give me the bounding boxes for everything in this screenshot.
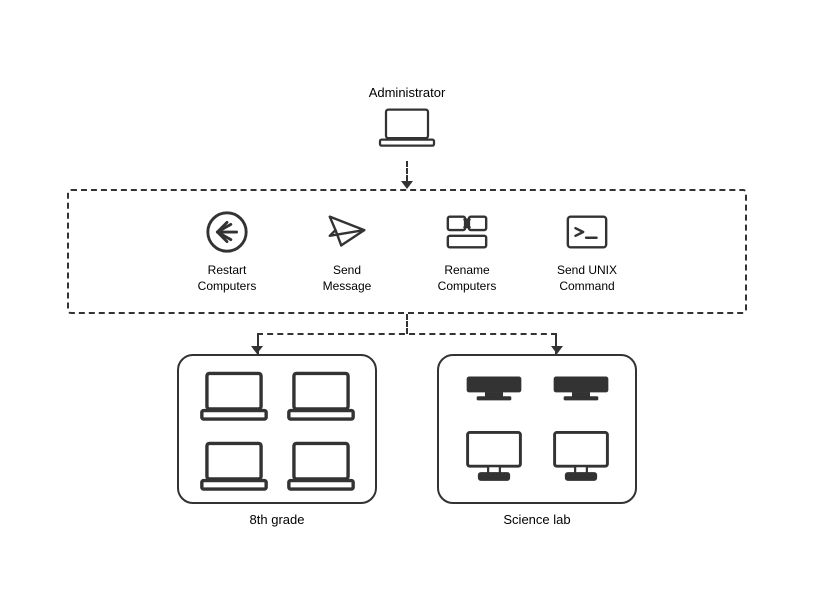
laptop-icon-2 xyxy=(285,370,357,430)
science-lab-box xyxy=(437,354,637,504)
restart-icon xyxy=(204,209,250,255)
restart-label: RestartComputers xyxy=(198,263,257,294)
unix-command-item: Send UNIXCommand xyxy=(552,209,622,294)
diagram: Administrator RestartComputers xyxy=(17,85,797,527)
admin-label: Administrator xyxy=(369,85,446,100)
labs-row: 8th grade xyxy=(17,354,797,527)
laptop-icon-3 xyxy=(198,440,270,500)
science-lab-label: Science lab xyxy=(503,512,570,527)
admin-row: Administrator xyxy=(369,85,446,161)
desktop-icon-2 xyxy=(545,431,617,486)
monitor-icon-1 xyxy=(458,372,530,417)
admin-to-commands-arrow xyxy=(401,161,413,189)
restart-computers-item: RestartComputers xyxy=(192,209,262,294)
send-message-icon xyxy=(324,209,370,255)
science-lab-group: Science lab xyxy=(437,354,637,527)
rename-icon xyxy=(444,209,490,255)
send-message-item: SendMessage xyxy=(312,209,382,294)
terminal-icon xyxy=(564,209,610,255)
admin-laptop-icon xyxy=(377,106,437,161)
monitor-icon-2 xyxy=(545,372,617,417)
rename-label: RenameComputers xyxy=(438,263,497,294)
rename-computers-item: RenameComputers xyxy=(432,209,502,294)
commands-box: RestartComputers SendMessage xyxy=(67,189,747,314)
send-message-label: SendMessage xyxy=(323,263,372,294)
laptop-icon-1 xyxy=(198,370,270,430)
8th-grade-box xyxy=(177,354,377,504)
desktop-icon-1 xyxy=(458,431,530,486)
8th-grade-label: 8th grade xyxy=(250,512,305,527)
junction-lines xyxy=(177,314,637,354)
8th-grade-group: 8th grade xyxy=(177,354,377,527)
unix-label: Send UNIXCommand xyxy=(557,263,617,294)
laptop-icon-4 xyxy=(285,440,357,500)
